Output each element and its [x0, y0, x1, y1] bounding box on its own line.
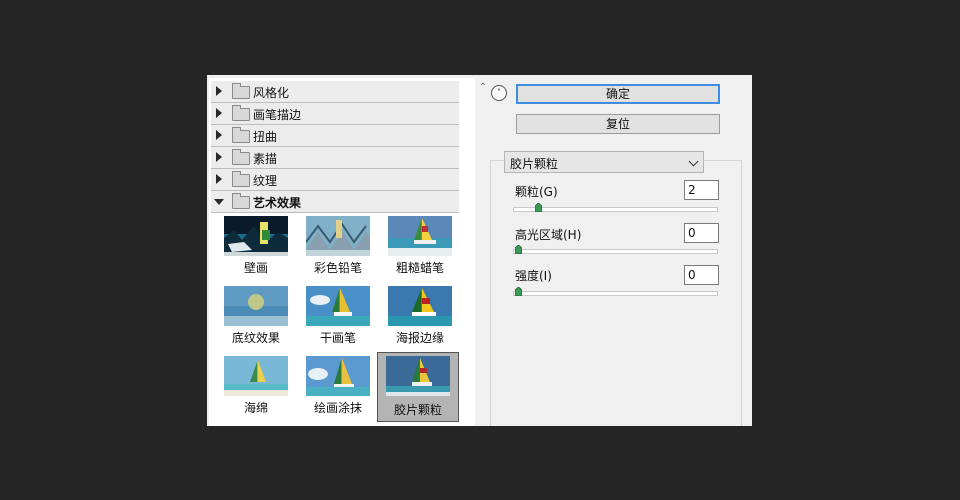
thumb-label: 彩色铅笔 — [313, 261, 362, 275]
filter-thumb-paint-daubs[interactable]: 绘画涂抹 — [303, 354, 373, 418]
scroll-up-icon[interactable]: ⌃ — [477, 82, 489, 94]
highlight-area-label: 高光区域(H) — [515, 228, 582, 242]
filter-thumb-film-grain[interactable]: 胶片颗粒 — [377, 352, 459, 422]
expand-triangle-icon[interactable] — [216, 108, 222, 118]
collapse-triangle-icon[interactable] — [214, 199, 224, 205]
filter-select[interactable]: 胶片颗粒 — [504, 151, 704, 173]
intensity-input[interactable]: 0 — [684, 265, 719, 285]
expand-triangle-icon[interactable] — [216, 86, 222, 96]
chevron-down-icon — [688, 156, 699, 167]
category-label: 素描 — [253, 152, 278, 166]
filter-thumb-underpainting[interactable]: 底纹效果 — [221, 284, 291, 348]
dry-brush-preview — [306, 286, 370, 326]
collapse-panel-icon[interactable]: ˄ — [491, 85, 507, 101]
thumb-label: 粗糙蜡笔 — [395, 261, 444, 275]
category-brush-strokes[interactable]: 画笔描边 — [211, 103, 459, 125]
sponge-preview — [224, 356, 288, 396]
filter-thumb-fresco[interactable]: 壁画 — [221, 214, 291, 278]
tree-scrollbar[interactable]: ⌃ — [475, 78, 491, 426]
category-texture[interactable]: 纹理 — [211, 169, 459, 191]
thumb-label: 绘画涂抹 — [313, 401, 362, 415]
category-artistic[interactable]: 艺术效果 — [211, 191, 459, 213]
filter-thumb-dry-brush[interactable]: 干画笔 — [303, 284, 373, 348]
filter-thumb-rough-pastels[interactable]: 粗糙蜡笔 — [385, 214, 455, 278]
folder-icon — [232, 193, 250, 209]
filter-thumb-colored-pencil[interactable]: 彩色铅笔 — [303, 214, 373, 278]
folder-icon — [232, 127, 250, 143]
filter-select-value: 胶片颗粒 — [510, 157, 559, 171]
fresco-preview — [224, 216, 288, 256]
category-label: 纹理 — [253, 174, 278, 188]
thumb-label: 胶片颗粒 — [393, 403, 442, 417]
folder-icon — [232, 149, 250, 165]
filter-gallery-dialog: 风格化 画笔描边 扭曲 素描 纹理 艺术效果 壁画 彩色铅笔 粗糙蜡笔 底纹效果… — [207, 75, 752, 426]
category-label: 风格化 — [253, 86, 290, 100]
underpainting-preview — [224, 286, 288, 326]
colored-pencil-preview — [306, 216, 370, 256]
category-label: 画笔描边 — [253, 108, 302, 122]
rough-pastels-preview — [388, 216, 452, 256]
filter-category-tree: 风格化 画笔描边 扭曲 素描 纹理 艺术效果 壁画 彩色铅笔 粗糙蜡笔 底纹效果… — [209, 78, 476, 426]
grain-slider-track[interactable] — [513, 207, 718, 212]
folder-icon — [232, 105, 250, 121]
category-distort[interactable]: 扭曲 — [211, 125, 459, 147]
grain-input[interactable]: 2 — [684, 180, 719, 200]
film-grain-preview — [386, 356, 450, 396]
grain-label: 颗粒(G) — [515, 185, 558, 199]
reset-button[interactable]: 复位 — [516, 114, 720, 134]
filter-thumb-sponge[interactable]: 海绵 — [221, 354, 291, 418]
poster-edges-preview — [388, 286, 452, 326]
folder-icon — [232, 171, 250, 187]
thumb-label: 海绵 — [243, 401, 268, 415]
category-label: 艺术效果 — [253, 196, 302, 210]
highlight-area-slider-handle[interactable] — [515, 245, 522, 254]
thumb-label: 底纹效果 — [231, 331, 280, 345]
intensity-slider-track[interactable] — [513, 291, 718, 296]
thumb-label: 干画笔 — [319, 331, 356, 345]
intensity-label: 强度(I) — [515, 269, 552, 283]
thumb-label: 壁画 — [243, 261, 268, 275]
highlight-area-input[interactable]: 0 — [684, 223, 719, 243]
category-stylize[interactable]: 风格化 — [211, 81, 459, 103]
intensity-slider-handle[interactable] — [515, 287, 522, 296]
thumb-label: 海报边缘 — [395, 331, 444, 345]
ok-button[interactable]: 确定 — [516, 84, 720, 104]
paint-daubs-preview — [306, 356, 370, 396]
highlight-area-slider-track[interactable] — [513, 249, 718, 254]
grain-slider-handle[interactable] — [534, 203, 542, 212]
category-sketch[interactable]: 素描 — [211, 147, 459, 169]
expand-triangle-icon[interactable] — [216, 152, 222, 162]
filter-thumb-poster-edges[interactable]: 海报边缘 — [385, 284, 455, 348]
category-label: 扭曲 — [253, 130, 278, 144]
expand-triangle-icon[interactable] — [216, 174, 222, 184]
folder-icon — [232, 83, 250, 99]
expand-triangle-icon[interactable] — [216, 130, 222, 140]
